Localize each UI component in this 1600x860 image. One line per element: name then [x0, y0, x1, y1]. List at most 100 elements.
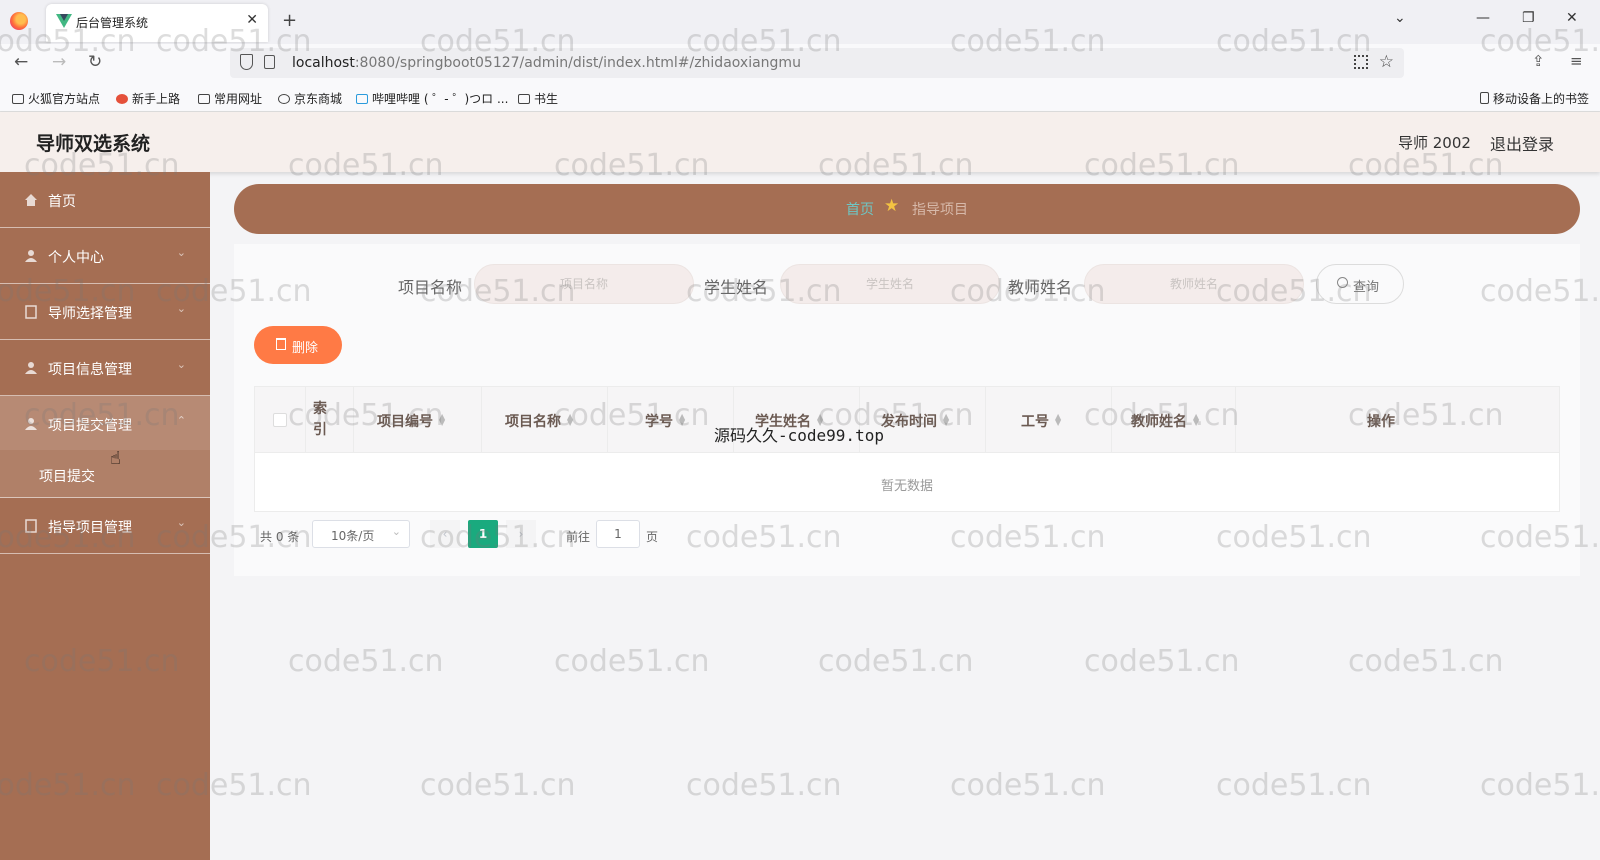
sidebar-item-label: 个人中心 [48, 250, 104, 266]
table-header: 索引 项目编号 ▲ ▼ 项目名称 ▲ ▼ 学号 ▲ ▼ 学生姓名 ▲ ▼ 发布时间 ▲ ▼ 工号 ▲ ▼… [255, 387, 1559, 453]
sidebar-item-guided-projects[interactable]: 指导项目管理 ⌄ [0, 498, 210, 554]
chevron-down-icon: ⌄ [176, 302, 186, 315]
sidebar-subitem-project-submit[interactable]: 项目提交 [0, 450, 210, 498]
bookmark-item[interactable]: 火狐官方站点 [12, 90, 100, 107]
bookmark-item[interactable]: 书生 [518, 90, 558, 107]
teacher-name-input[interactable]: 教师姓名 [1084, 264, 1304, 304]
prev-page-button[interactable]: ‹ [430, 520, 460, 548]
list-tabs-icon[interactable]: ⌄ [1394, 10, 1406, 26]
back-icon[interactable]: ← [14, 52, 28, 72]
close-window-icon[interactable]: ✕ [1566, 10, 1578, 26]
sidebar-item-project-submission[interactable]: 项目提交管理 ⌃ [0, 396, 210, 452]
folder-icon [198, 94, 210, 104]
pagination: 共 0 条 10条/页 ⌄ ‹ 1 › 前往 1 页 [254, 520, 854, 550]
bookmark-item[interactable]: 新手上路 [116, 90, 180, 107]
select-all-checkbox[interactable] [273, 413, 287, 427]
column-header-actions: 操作 [1367, 414, 1395, 430]
page-number-current[interactable]: 1 [468, 520, 498, 548]
bookmarks-bar: 火狐官方站点 新手上路 常用网址 京东商城 哔哩哔哩 ( ゜- ゜)つロ ...… [0, 82, 1600, 112]
restore-icon[interactable]: ❐ [1522, 10, 1535, 26]
watermark: code51.cn [554, 644, 710, 679]
qr-code-icon[interactable] [1354, 55, 1368, 69]
shield-icon[interactable] [240, 54, 253, 70]
bookmark-item[interactable]: 常用网址 [198, 90, 262, 107]
watermark: code51.cn [288, 644, 444, 679]
browser-nav-bar: ← → ↻ localhost:8080/springboot05127/adm… [0, 44, 1600, 82]
column-header-project-name[interactable]: 项目名称 ▲ ▼ [505, 411, 573, 431]
user-icon [25, 362, 37, 374]
bookmark-item[interactable]: 哔哩哔哩 ( ゜- ゜)つロ ... [356, 90, 508, 107]
bookmark-item[interactable]: 京东商城 [278, 90, 342, 107]
sort-icon: ▲ ▼ [1193, 412, 1200, 427]
browser-tab[interactable]: 后台管理系统 ✕ [46, 4, 268, 42]
breadcrumb-current: 指导项目 [912, 202, 968, 218]
pagination-total: 共 0 条 [260, 530, 300, 544]
watermark: code51.cn [950, 768, 1106, 803]
page-size-select[interactable]: 10条/页 ⌄ [312, 520, 410, 548]
search-button[interactable]: 查询 [1316, 264, 1404, 304]
watermark: code51.cn [818, 644, 974, 679]
column-header-teacher-name[interactable]: 教师姓名 ▲ ▼ [1131, 411, 1199, 431]
column-header-student-no[interactable]: 学号 ▲ ▼ [645, 411, 685, 431]
extensions-icon[interactable]: ⇪ [1532, 52, 1545, 70]
page-unit-label: 页 [646, 530, 659, 544]
mobile-icon [1480, 92, 1489, 104]
sort-icon: ▲ ▼ [567, 412, 574, 427]
chevron-down-icon: ⌄ [391, 525, 401, 538]
sort-icon: ▲ ▼ [1055, 412, 1062, 427]
sort-icon: ▲ ▼ [679, 412, 686, 427]
logout-button[interactable]: 退出登录 [1490, 131, 1554, 155]
column-header-staff-no[interactable]: 工号 ▲ ▼ [1021, 411, 1061, 431]
mobile-bookmarks[interactable]: 移动设备上的书签 [1480, 90, 1589, 107]
document-icon [25, 519, 37, 533]
firefox-icon [116, 94, 128, 104]
column-header-publish-time[interactable]: 发布时间 ▲ ▼ [881, 411, 949, 431]
chevron-down-icon: ⌄ [176, 516, 186, 529]
student-name-label: 学生姓名 [704, 278, 769, 297]
delete-button[interactable]: 删除 [254, 326, 342, 364]
sidebar: 首页 个人中心 ⌄ 导师选择管理 ⌄ 项目信息管理 ⌄ 项目提交管理 ⌃ 项目提… [0, 172, 210, 860]
project-name-label: 项目名称 [398, 278, 463, 297]
student-name-input[interactable]: 学生姓名 [780, 264, 1000, 304]
folder-icon [12, 94, 24, 104]
minimize-icon[interactable]: — [1476, 10, 1490, 26]
column-header-project-no[interactable]: 项目编号 ▲ ▼ [377, 411, 445, 431]
sidebar-item-label: 项目信息管理 [48, 362, 132, 378]
empty-table-text: 暂无数据 [880, 479, 933, 494]
project-name-input[interactable]: 项目名称 [474, 264, 694, 304]
browser-tab-bar: 后台管理系统 ✕ + ⌄ — ❐ ✕ [0, 0, 1600, 44]
globe-icon [278, 94, 290, 104]
data-table: 索引 项目编号 ▲ ▼ 项目名称 ▲ ▼ 学号 ▲ ▼ 学生姓名 ▲ ▼ 发布时间 ▲ ▼ 工号 ▲ ▼… [254, 386, 1560, 512]
chevron-down-icon: ⌄ [176, 358, 186, 371]
sidebar-item-home[interactable]: 首页 [0, 172, 210, 228]
home-icon [25, 194, 37, 206]
url-text[interactable]: localhost:8080/springboot05127/admin/dis… [292, 55, 801, 71]
chevron-down-icon: ⌄ [176, 246, 186, 259]
forward-icon[interactable]: → [52, 52, 66, 72]
firefox-icon[interactable] [10, 12, 28, 30]
sidebar-item-advisor-selection[interactable]: 导师选择管理 ⌄ [0, 284, 210, 340]
address-bar[interactable]: localhost:8080/springboot05127/admin/dis… [230, 48, 1404, 78]
watermark: code51.cn [1084, 644, 1240, 679]
bookmark-star-icon[interactable]: ☆ [1379, 52, 1394, 72]
page-info-icon[interactable] [264, 55, 275, 69]
vue-favicon-icon [56, 14, 72, 28]
sort-icon: ▲ ▼ [943, 412, 950, 427]
new-tab-icon[interactable]: + [282, 10, 297, 31]
star-icon: ★ [884, 196, 900, 216]
app-header: 导师双选系统 导师 2002 退出登录 [0, 112, 1600, 172]
reload-icon[interactable]: ↻ [88, 52, 102, 72]
watermark: code51.cn [686, 768, 842, 803]
sidebar-item-personal-center[interactable]: 个人中心 ⌄ [0, 228, 210, 284]
goto-page-input[interactable]: 1 [596, 520, 640, 548]
bilibili-icon [356, 94, 368, 104]
next-page-button[interactable]: › [506, 520, 536, 548]
watermark: code51.cn [420, 768, 576, 803]
breadcrumb-home[interactable]: 首页 [846, 199, 874, 219]
sidebar-item-project-info[interactable]: 项目信息管理 ⌄ [0, 340, 210, 396]
user-icon [25, 250, 37, 262]
menu-icon[interactable]: ≡ [1570, 52, 1583, 70]
sidebar-item-label: 导师选择管理 [48, 306, 132, 322]
overlay-watermark-text: 源码久久-code99.top [714, 426, 884, 445]
close-tab-icon[interactable]: ✕ [246, 12, 258, 28]
